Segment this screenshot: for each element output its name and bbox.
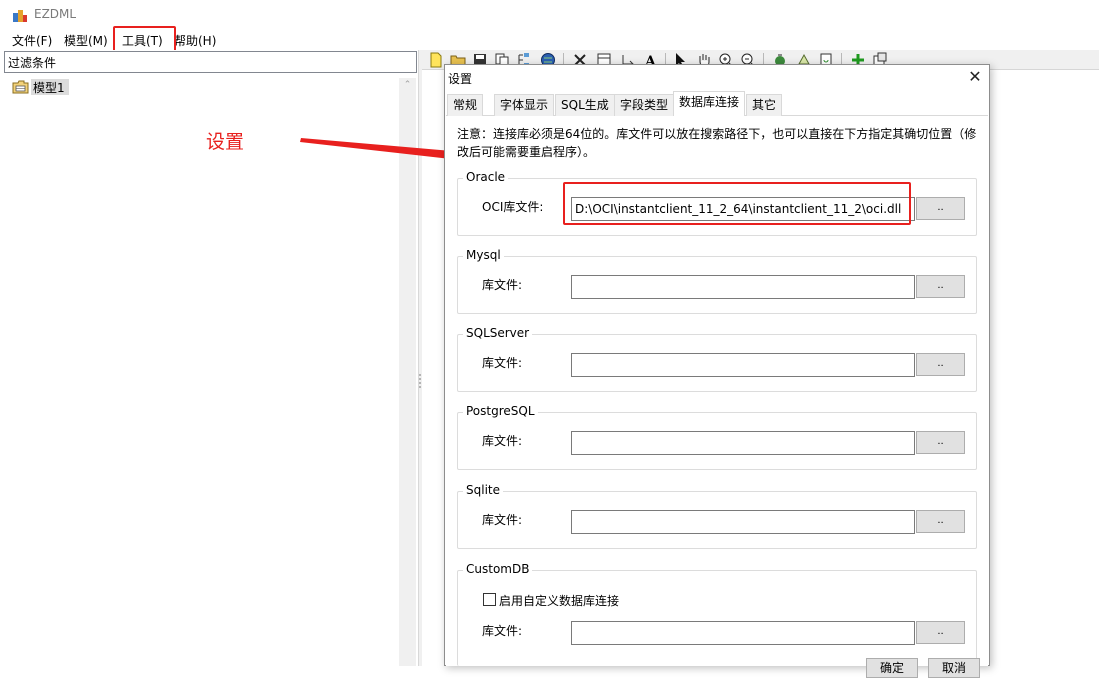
app-icon xyxy=(13,10,27,22)
app-title: EZDML xyxy=(34,7,77,21)
new-icon[interactable] xyxy=(428,52,444,68)
ok-button[interactable]: 确定 xyxy=(866,658,918,678)
sqlserver-browse-button[interactable]: .. xyxy=(916,353,965,376)
group-label-sqlite: Sqlite xyxy=(463,483,503,497)
mysql-lib-input[interactable] xyxy=(571,275,915,299)
tab-sql-generation[interactable]: SQL生成 xyxy=(555,94,615,116)
customdb-lib-input[interactable] xyxy=(571,621,915,645)
annotation-text: 设置 xyxy=(206,131,245,153)
menu-file[interactable]: 文件(F) xyxy=(12,32,52,49)
sqlserver-lib-input[interactable] xyxy=(571,353,915,377)
tab-other[interactable]: 其它 xyxy=(746,94,783,116)
sqlite-browse-button[interactable]: .. xyxy=(916,510,965,533)
oci-browse-button[interactable]: .. xyxy=(916,197,965,220)
customdb-lib-label: 库文件: xyxy=(482,624,523,638)
cancel-button[interactable]: 取消 xyxy=(928,658,980,678)
scroll-up-icon[interactable]: ⌃ xyxy=(401,80,414,92)
tab-db-connection[interactable]: 数据库连接 xyxy=(673,91,746,116)
group-customdb xyxy=(457,570,977,666)
sqlite-lib-label: 库文件: xyxy=(482,513,523,527)
model-tree xyxy=(4,73,417,666)
group-label-postgresql: PostgreSQL xyxy=(463,404,538,418)
model-folder-icon xyxy=(12,80,29,94)
customdb-browse-button[interactable]: .. xyxy=(916,621,965,644)
mysql-lib-label: 库文件: xyxy=(482,278,523,292)
sqlserver-lib-label: 库文件: xyxy=(482,356,523,370)
menu-help[interactable]: 帮助(H) xyxy=(174,32,216,49)
custom-db-checkbox-label[interactable]: 启用自定义数据库连接 xyxy=(499,592,619,609)
menu-model[interactable]: 模型(M) xyxy=(64,32,108,49)
close-icon[interactable]: ✕ xyxy=(964,66,986,88)
postgresql-lib-label: 库文件: xyxy=(482,434,523,448)
tree-item-model1[interactable]: 模型1 xyxy=(31,79,69,95)
postgresql-lib-input[interactable] xyxy=(571,431,915,455)
highlight-box-oci xyxy=(563,182,911,225)
tree-scrollbar[interactable] xyxy=(399,78,416,666)
connection-note: 注意：连接库必须是64位的。库文件可以放在搜索路径下，也可以直接在下方指定其确切… xyxy=(457,127,977,159)
sqlite-lib-input[interactable] xyxy=(571,510,915,534)
custom-db-checkbox[interactable] xyxy=(483,593,496,606)
group-label-mysql: Mysql xyxy=(463,248,504,262)
postgresql-browse-button[interactable]: .. xyxy=(916,431,965,454)
oci-lib-label: OCI库文件: xyxy=(482,200,544,214)
mysql-browse-button[interactable]: .. xyxy=(916,275,965,298)
filter-label: 过滤条件 xyxy=(8,56,57,70)
filter-input[interactable] xyxy=(4,51,417,73)
tab-general[interactable]: 常规 xyxy=(447,94,484,116)
tab-font-display[interactable]: 字体显示 xyxy=(494,94,555,116)
group-label-oracle: Oracle xyxy=(463,170,509,184)
dialog-title: 设置 xyxy=(448,72,473,86)
group-label-customdb: CustomDB xyxy=(463,562,533,576)
tab-field-types[interactable]: 字段类型 xyxy=(614,94,675,116)
group-label-sqlserver: SQLServer xyxy=(463,326,533,340)
